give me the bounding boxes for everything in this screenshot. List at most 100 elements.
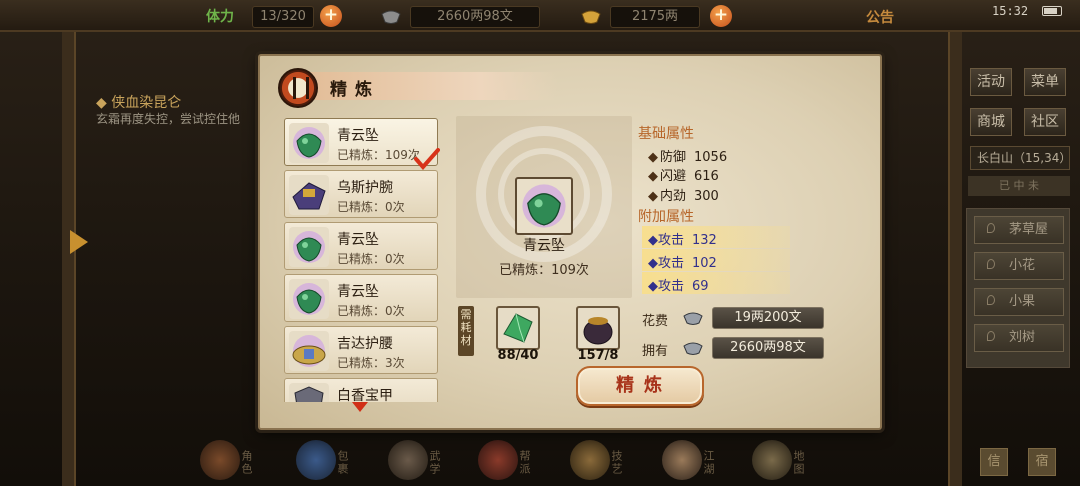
- dock-label: 江湖: [702, 450, 715, 476]
- extra-attributes-title: 附加属性: [638, 209, 694, 225]
- attribute-name: 内劲: [660, 189, 687, 204]
- attribute-value: 1056: [694, 150, 728, 165]
- attribute-value: 132: [692, 233, 717, 248]
- frame-right: [948, 28, 962, 486]
- preview-refine-count: 已精炼：109次: [499, 263, 589, 278]
- menu-button[interactable]: 菜单: [1024, 68, 1066, 96]
- quest-title[interactable]: ◆ 侠血染昆仑: [96, 92, 181, 112]
- preview-item-frame: [515, 177, 573, 235]
- clock: 15:32: [992, 4, 1029, 18]
- cost-label: 花费: [642, 314, 669, 329]
- map-pin-icon: [987, 331, 995, 341]
- attribute-name: 攻击: [658, 233, 685, 248]
- list-item[interactable]: 乌斯护腕 已精炼：0次: [284, 170, 438, 218]
- item-name: 青云坠: [337, 232, 379, 248]
- dock-label: 角色: [240, 450, 253, 476]
- add-stamina-button[interactable]: +: [320, 5, 342, 27]
- activity-button[interactable]: 活动: [970, 68, 1012, 96]
- lodging-button[interactable]: 宿: [1028, 448, 1056, 476]
- npc-item[interactable]: 小花: [974, 252, 1064, 280]
- attribute-value: 300: [694, 189, 719, 204]
- silver-ingot-icon: [683, 342, 703, 355]
- gold-ingot-icon: [581, 10, 601, 24]
- attribute-row: ◆ 闪避 616: [648, 165, 719, 184]
- dialog-title: 精炼: [330, 80, 380, 100]
- stamina-value: 13/320: [252, 6, 314, 28]
- material-count: 157/8: [577, 348, 619, 363]
- selected-check-icon: [414, 148, 440, 170]
- refine-emblem-icon: [278, 68, 318, 108]
- dock-item-jianghu[interactable]: 江湖: [662, 434, 732, 486]
- attribute-value: 102: [692, 256, 717, 271]
- item-name: 白香宝甲: [337, 388, 393, 402]
- item-name: 青云坠: [337, 284, 379, 300]
- attribute-name: 攻击: [658, 279, 685, 294]
- scroll-icon: [388, 440, 428, 480]
- map-pin-icon: [987, 223, 995, 233]
- npc-label: 茅草屋: [1009, 222, 1049, 237]
- extra-attribute-row: ◆攻击 69: [648, 275, 709, 294]
- materials-label: 需耗材: [458, 306, 474, 356]
- extra-attribute-row: ◆攻击 132: [648, 229, 717, 248]
- frame-left: [62, 28, 76, 486]
- own-value: 2660两98文: [712, 337, 824, 359]
- bag-icon: [296, 440, 336, 480]
- diamond-icon: ◆: [648, 256, 658, 271]
- gold-value: 2175两: [610, 6, 700, 28]
- community-button[interactable]: 社区: [1024, 108, 1066, 136]
- attribute-name: 攻击: [658, 256, 685, 271]
- npc-item[interactable]: 小果: [974, 288, 1064, 316]
- npc-label: 小花: [1009, 258, 1036, 273]
- preview-item-name: 青云坠: [523, 238, 565, 254]
- map-filter-tabs[interactable]: 已 中 未: [968, 176, 1070, 196]
- dock-item-map[interactable]: 地图: [752, 434, 822, 486]
- dock-label: 帮派: [518, 450, 531, 476]
- material-slot[interactable]: [576, 306, 620, 350]
- cost-value: 19两200文: [712, 307, 824, 329]
- map-icon: [752, 440, 792, 480]
- diamond-icon: ◆: [648, 169, 658, 184]
- list-item[interactable]: 白香宝甲: [284, 378, 438, 402]
- armor-icon: [289, 383, 329, 402]
- attribute-name: 闪避: [660, 169, 687, 184]
- dock-item-martial-arts[interactable]: 武学: [388, 434, 458, 486]
- belt-icon: [289, 331, 329, 371]
- npc-item[interactable]: 茅草屋: [974, 216, 1064, 244]
- location-label[interactable]: 长白山（15,34）: [970, 146, 1071, 170]
- fan-icon: [662, 440, 702, 480]
- attribute-value: 616: [694, 169, 719, 184]
- base-attributes-title: 基础属性: [638, 126, 694, 142]
- dock-label: 地图: [792, 450, 805, 476]
- npc-label: 小果: [1009, 294, 1036, 309]
- green-jade-pendant-icon: [522, 184, 566, 228]
- mail-button[interactable]: 信: [980, 448, 1008, 476]
- dock-item-character[interactable]: 角色: [200, 434, 270, 486]
- dock-label: 包裹: [336, 450, 349, 476]
- item-refine-count: 已精炼：0次: [337, 252, 405, 266]
- item-refine-count: 已精炼：0次: [337, 304, 405, 318]
- character-icon: [200, 440, 240, 480]
- notice-button[interactable]: 公告: [866, 7, 894, 27]
- quest-description: 玄霜再度失控，尝试控住他: [96, 112, 241, 126]
- list-item[interactable]: 吉达护腰 已精炼：3次: [284, 326, 438, 374]
- refine-button[interactable]: 精炼: [576, 366, 704, 406]
- dock-item-guild[interactable]: 帮派: [478, 434, 548, 486]
- pot-icon: [583, 317, 613, 345]
- dock-label: 武学: [428, 450, 441, 476]
- diamond-icon: ◆: [648, 189, 658, 204]
- diamond-icon: ◆: [648, 233, 658, 248]
- map-pin-icon: [987, 295, 995, 305]
- add-gold-button[interactable]: +: [710, 5, 732, 27]
- material-slot[interactable]: [496, 306, 540, 350]
- silver-ingot-icon: [381, 10, 401, 24]
- list-item[interactable]: 青云坠 已精炼：0次: [284, 222, 438, 270]
- bottom-dock: 角色 包裹 武学 帮派 技艺 江湖 地图: [200, 434, 840, 486]
- green-crystal-icon: [503, 313, 533, 343]
- item-name: 青云坠: [337, 128, 379, 144]
- dock-item-skills[interactable]: 技艺: [570, 434, 640, 486]
- list-item[interactable]: 青云坠 已精炼：0次: [284, 274, 438, 322]
- npc-item[interactable]: 刘树: [974, 324, 1064, 352]
- shop-button[interactable]: 商城: [970, 108, 1012, 136]
- battery-icon: [1042, 6, 1062, 16]
- dock-item-bag[interactable]: 包裹: [296, 434, 366, 486]
